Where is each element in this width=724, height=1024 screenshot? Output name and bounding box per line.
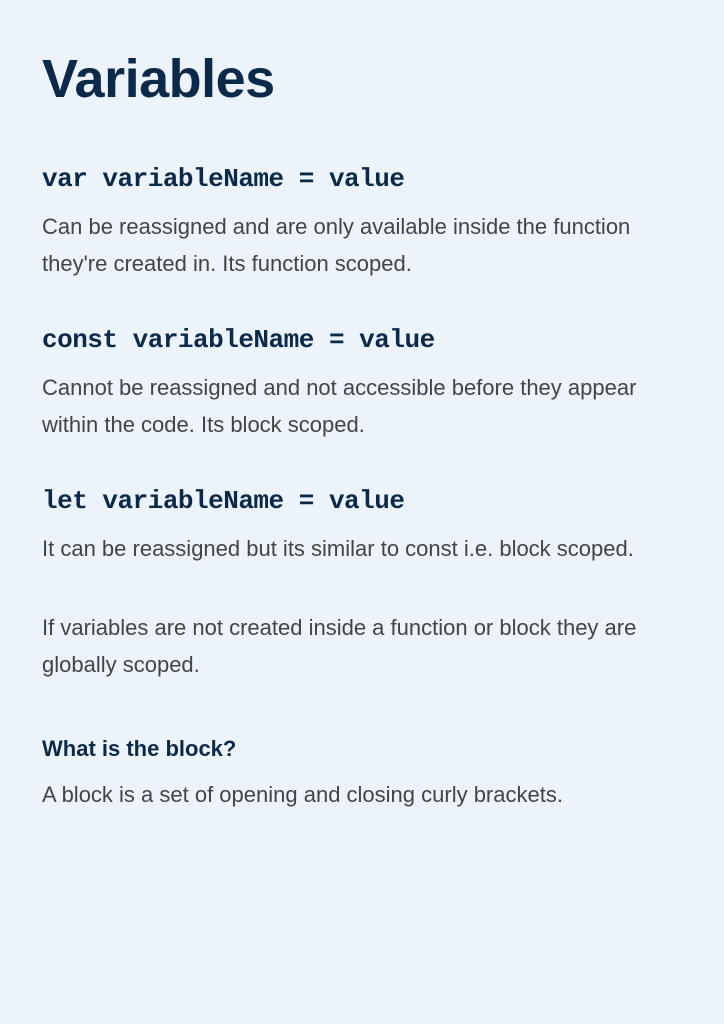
section-let: let variableName = value It can be reass… [42,486,682,567]
description-const: Cannot be reassigned and not accessible … [42,369,682,444]
subheading-block: What is the block? [42,736,682,762]
subsection-block: What is the block? A block is a set of o… [42,736,682,813]
description-var: Can be reassigned and are only available… [42,208,682,283]
code-heading-const: const variableName = value [42,325,682,355]
code-heading-let: let variableName = value [42,486,682,516]
description-let: It can be reassigned but its similar to … [42,530,682,567]
note-text: If variables are not created inside a fu… [42,609,682,684]
section-const: const variableName = value Cannot be rea… [42,325,682,444]
page-title: Variables [42,48,682,110]
section-var: var variableName = value Can be reassign… [42,164,682,283]
code-heading-var: var variableName = value [42,164,682,194]
sub-description-block: A block is a set of opening and closing … [42,776,682,813]
